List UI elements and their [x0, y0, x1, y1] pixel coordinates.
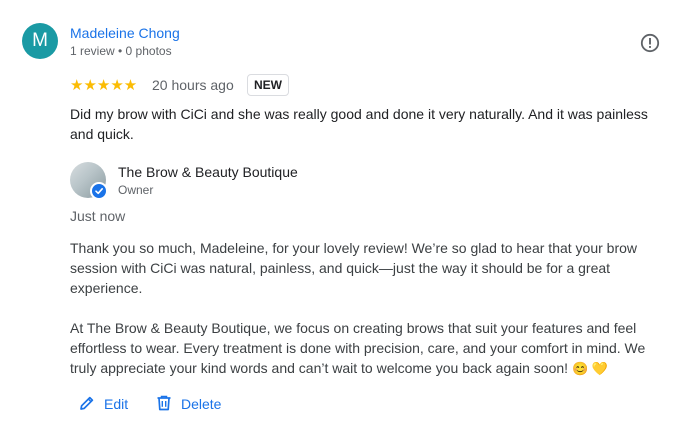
- reply-paragraph-2-text: At The Brow & Beauty Boutique, we focus …: [70, 320, 646, 376]
- star-rating: ★★★★★: [70, 77, 138, 94]
- report-review-icon[interactable]: [640, 33, 660, 53]
- edit-label: Edit: [104, 396, 129, 412]
- reply-emojis: 😊 💛: [571, 361, 608, 376]
- pencil-icon: [78, 394, 96, 415]
- edit-button[interactable]: Edit: [78, 392, 128, 416]
- reviewer-avatar[interactable]: M: [22, 23, 58, 59]
- review-time: 20 hours ago: [152, 77, 234, 93]
- trash-icon: [155, 394, 173, 415]
- reply-paragraph-2: At The Brow & Beauty Boutique, we focus …: [70, 318, 670, 379]
- reviewer-meta: 1 review • 0 photos: [70, 44, 172, 58]
- owner-avatar: [70, 162, 108, 200]
- new-badge: NEW: [247, 74, 289, 96]
- delete-label: Delete: [181, 396, 222, 412]
- owner-role: Owner: [118, 183, 154, 197]
- verified-check-icon: [90, 182, 108, 200]
- owner-name: The Brow & Beauty Boutique: [118, 164, 298, 180]
- reply-paragraph-1: Thank you so much, Madeleine, for your l…: [70, 240, 638, 296]
- delete-button[interactable]: Delete: [155, 392, 221, 416]
- reply-time: Just now: [70, 208, 126, 224]
- review-text: Did my brow with CiCi and she was really…: [70, 106, 648, 142]
- reviewer-name[interactable]: Madeleine Chong: [70, 25, 180, 41]
